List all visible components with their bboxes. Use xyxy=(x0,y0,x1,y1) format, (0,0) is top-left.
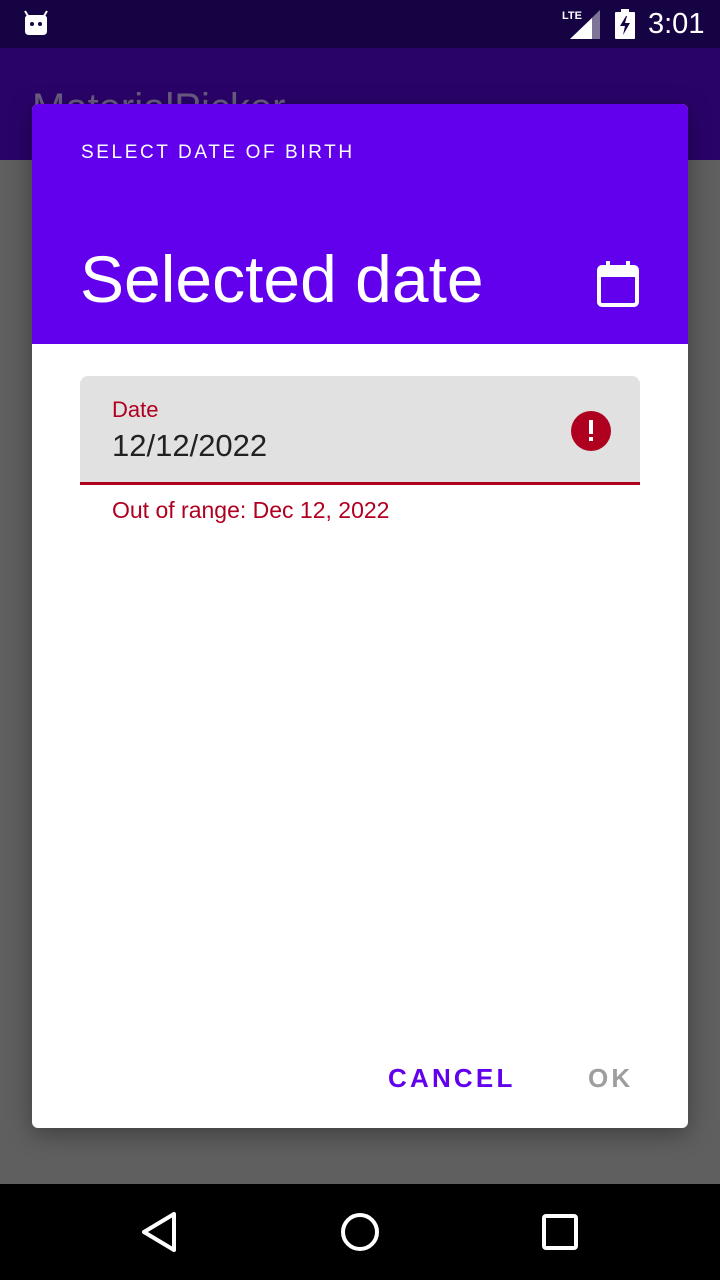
calendar-toggle-button[interactable] xyxy=(586,252,650,316)
calendar-icon xyxy=(597,261,639,307)
android-notification-icon xyxy=(24,10,48,35)
dialog-header: SELECT DATE OF BIRTH Selected date xyxy=(32,104,688,344)
battery-charging-icon xyxy=(615,9,635,39)
date-input[interactable] xyxy=(110,426,554,466)
date-input-field[interactable]: Date xyxy=(80,376,640,485)
status-time: 3:01 xyxy=(648,8,705,40)
cancel-button[interactable]: CANCEL xyxy=(388,1054,516,1102)
dialog-header-title: SELECT DATE OF BIRTH xyxy=(81,142,355,163)
recent-apps-icon[interactable] xyxy=(536,1208,584,1256)
back-icon[interactable] xyxy=(136,1208,184,1256)
error-icon xyxy=(571,411,611,451)
selected-date-text: Selected date xyxy=(80,242,484,316)
lte-signal-icon: LTE xyxy=(562,10,600,39)
date-picker-dialog: SELECT DATE OF BIRTH Selected date Date … xyxy=(32,104,688,1128)
home-icon[interactable] xyxy=(336,1208,384,1256)
date-error-message: Out of range: Dec 12, 2022 xyxy=(112,497,390,523)
date-field-label: Date xyxy=(112,397,159,422)
network-label: LTE xyxy=(562,10,582,22)
status-bar: LTE 3:01 xyxy=(0,0,720,48)
ok-button[interactable]: OK xyxy=(588,1054,633,1102)
navigation-bar xyxy=(0,1184,720,1280)
